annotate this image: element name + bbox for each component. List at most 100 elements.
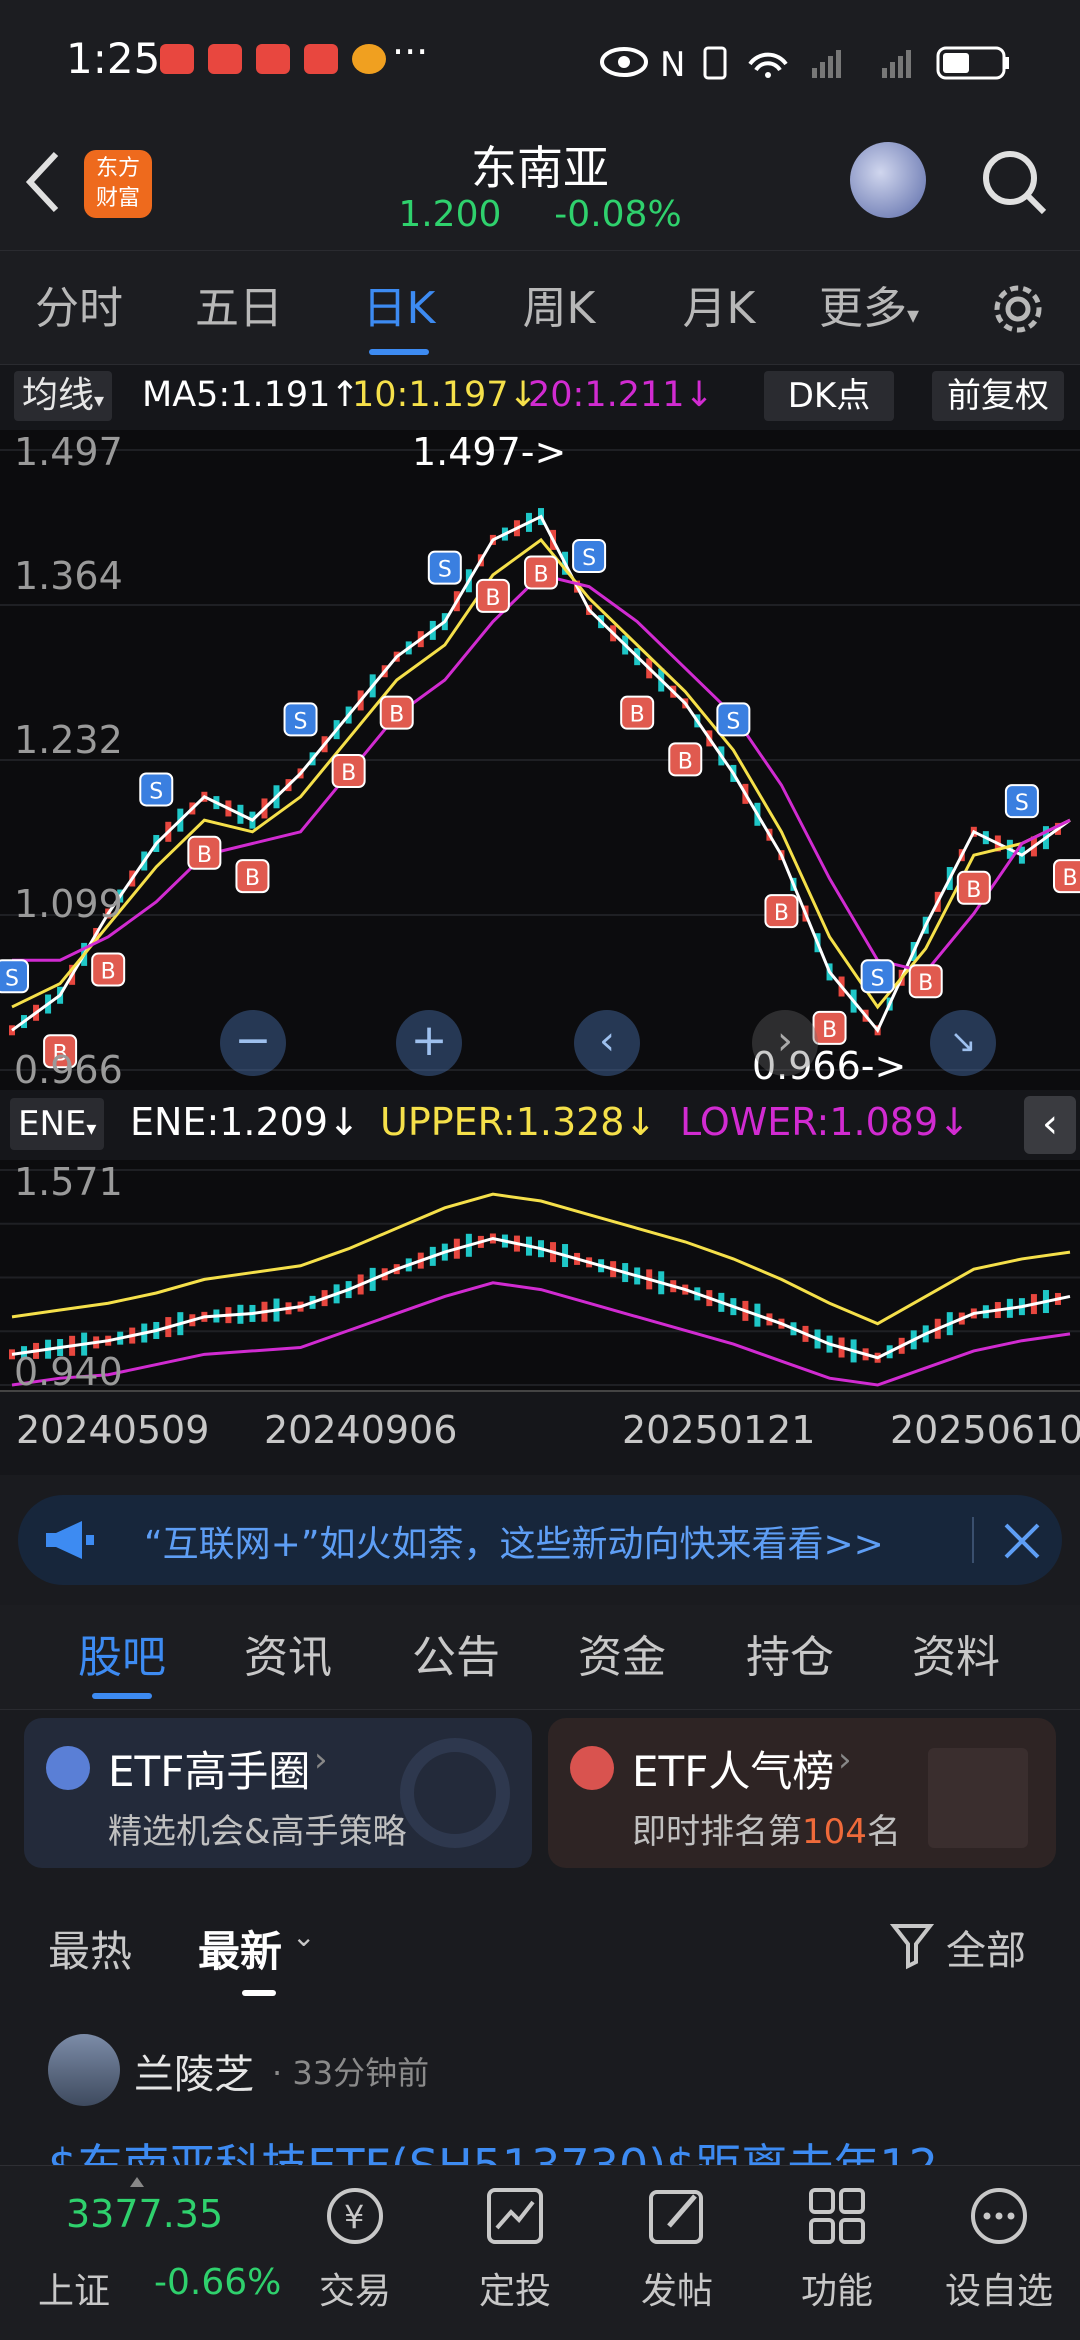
chevron-down-icon[interactable]: ⌄ xyxy=(292,1920,315,1953)
post-username[interactable]: 兰陵芝 xyxy=(134,2042,254,2100)
buy-marker[interactable]: B xyxy=(331,754,366,789)
scroll-right-button[interactable]: › xyxy=(752,1010,818,1076)
nav-trade[interactable]: ¥ 交易 xyxy=(290,2176,420,2314)
sell-marker[interactable]: S xyxy=(139,772,174,807)
buy-marker[interactable]: B xyxy=(764,894,799,929)
chart-area[interactable]: SBBSBBSBBSBBSBBSBBSBBSB 1.497 1.364 1.23… xyxy=(0,430,1080,1475)
ene-selector[interactable]: ENE▾ xyxy=(10,1098,105,1150)
index-change[interactable]: -0.66% xyxy=(154,2262,281,2303)
status-bar: 1:25 ··· N xyxy=(0,0,1080,120)
post-time: · 33分钟前 xyxy=(272,2054,430,2092)
settings-gear-icon[interactable] xyxy=(990,281,1046,337)
collapse-panel-button[interactable]: ‹ xyxy=(1024,1096,1076,1154)
buy-marker[interactable]: B xyxy=(812,1010,847,1045)
scroll-left-button[interactable]: ‹ xyxy=(574,1010,640,1076)
index-value[interactable]: 3377.35 xyxy=(66,2192,223,2236)
price-change: -0.08% xyxy=(554,194,682,235)
buy-marker[interactable]: B xyxy=(1053,859,1080,894)
sell-marker[interactable]: S xyxy=(1004,784,1039,819)
buy-marker[interactable]: B xyxy=(475,578,510,613)
buy-marker[interactable]: B xyxy=(379,695,414,730)
close-icon[interactable] xyxy=(1002,1521,1042,1561)
ene-lower-value: LOWER:1.089↓ xyxy=(680,1100,970,1144)
sort-hottest[interactable]: 最热 xyxy=(48,1918,132,1979)
sort-bar: 最热 最新 ⌄ 全部 xyxy=(0,1890,1080,2010)
zoom-out-button[interactable]: − xyxy=(220,1010,286,1076)
card-title: ETF高手圈 xyxy=(108,1747,311,1796)
etf-popularity-card[interactable]: ETF人气榜 › 即时排名第104名 xyxy=(548,1718,1056,1868)
tab-announcements[interactable]: 公告 xyxy=(386,1605,526,1710)
sell-marker[interactable]: S xyxy=(716,702,751,737)
grid-apps-icon xyxy=(809,2188,865,2244)
adjustment-button[interactable]: 前复权 xyxy=(932,371,1064,421)
nav-post[interactable]: 发帖 xyxy=(612,2176,742,2314)
zoom-in-button[interactable]: + xyxy=(396,1010,462,1076)
svg-text:B: B xyxy=(822,1018,837,1043)
svg-text:S: S xyxy=(726,709,740,734)
filter-icon[interactable] xyxy=(890,1922,934,1970)
kline-chart[interactable]: SBBSBBSBBSBBSBBSBBS BBSB xyxy=(0,430,1080,1090)
svg-text:B: B xyxy=(245,866,260,891)
banner-text[interactable]: “互联网+”如火如荼，这些新动向快来看看>> xyxy=(144,1515,884,1567)
robot-assistant-avatar[interactable] xyxy=(850,142,926,218)
nav-add-watchlist[interactable]: 设自选 xyxy=(934,2176,1064,2314)
notification-icons xyxy=(160,44,386,74)
jump-latest-button[interactable]: ↘ xyxy=(930,1010,996,1076)
app-notification-icon xyxy=(256,44,290,74)
etf-expert-circle-card[interactable]: ETF高手圈 › 精选机会&高手策略 xyxy=(24,1718,532,1868)
nav-post-label: 发帖 xyxy=(640,2271,713,2312)
tab-more[interactable]: 更多▾ xyxy=(804,251,934,366)
card-subtitle: 即时排名第104名 xyxy=(632,1804,901,1853)
max-price-note: 1.497-> xyxy=(412,430,567,474)
buy-marker[interactable]: B xyxy=(524,555,558,590)
tab-weekly-k[interactable]: 周K xyxy=(484,251,634,366)
sell-marker[interactable]: S xyxy=(860,959,895,994)
buy-marker[interactable]: B xyxy=(91,952,126,987)
promo-banner[interactable]: “互联网+”如火如荼，这些新动向快来看看>> xyxy=(18,1495,1062,1585)
avatar[interactable] xyxy=(48,2034,120,2106)
ma-indicator-row: 均线▾ MA5:1.191↑ 10:1.197↓ 20:1.211↓ DK点 前… xyxy=(0,365,1080,430)
buy-marker[interactable]: B xyxy=(235,859,270,894)
decorative-bars-icon xyxy=(928,1748,1028,1848)
sell-marker[interactable]: S xyxy=(283,702,318,737)
ene-chart[interactable] xyxy=(0,1160,1080,1390)
series-line-upper xyxy=(11,1192,1071,1326)
svg-text:S: S xyxy=(871,966,885,991)
tab-profile[interactable]: 资料 xyxy=(886,1605,1026,1710)
buy-marker[interactable]: B xyxy=(620,695,655,730)
rank-suffix: 名 xyxy=(866,1812,901,1852)
tab-monthly-k[interactable]: 月K xyxy=(644,251,794,366)
buy-marker[interactable]: B xyxy=(956,870,991,905)
buy-marker[interactable]: B xyxy=(908,964,943,999)
more-dots-icon xyxy=(971,2188,1027,2244)
y-label-3: 1.232 xyxy=(14,718,123,762)
ma-selector[interactable]: 均线▾ xyxy=(14,371,113,421)
post-item[interactable]: 兰陵芝 · 33分钟前 $东南亚科技ETF(SH513730)$距离去年12 xyxy=(0,2020,1080,2193)
sell-marker[interactable]: S xyxy=(0,959,29,994)
sell-marker[interactable]: S xyxy=(427,550,462,585)
tab-intraday[interactable]: 分时 xyxy=(4,251,154,366)
nav-functions[interactable]: 功能 xyxy=(772,2176,902,2314)
tab-more-label: 更多 xyxy=(818,283,907,334)
tab-news[interactable]: 资讯 xyxy=(218,1605,358,1710)
sort-newest[interactable]: 最新 xyxy=(198,1918,282,1979)
index-name[interactable]: 上证 xyxy=(38,2262,110,2314)
nav-invest-plan[interactable]: 定投 xyxy=(450,2176,580,2314)
app-notification-icon xyxy=(304,44,338,74)
svg-text:S: S xyxy=(582,546,596,571)
svg-text:S: S xyxy=(294,709,308,734)
sell-marker[interactable]: S xyxy=(572,538,607,573)
buy-marker[interactable]: B xyxy=(668,742,703,777)
edit-pencil-icon xyxy=(649,2190,703,2244)
tab-five-day[interactable]: 五日 xyxy=(164,251,314,366)
search-icon[interactable] xyxy=(980,148,1050,218)
tab-holdings[interactable]: 持仓 xyxy=(720,1605,860,1710)
svg-text:S: S xyxy=(5,966,19,991)
filter-all[interactable]: 全部 xyxy=(946,1918,1026,1976)
svg-text:S: S xyxy=(1015,791,1029,816)
tab-funds[interactable]: 资金 xyxy=(552,1605,692,1710)
card-subtitle: 精选机会&高手策略 xyxy=(108,1812,407,1852)
app-notification-icon xyxy=(208,44,242,74)
dk-point-button[interactable]: DK点 xyxy=(764,371,894,421)
buy-marker[interactable]: B xyxy=(187,835,222,870)
